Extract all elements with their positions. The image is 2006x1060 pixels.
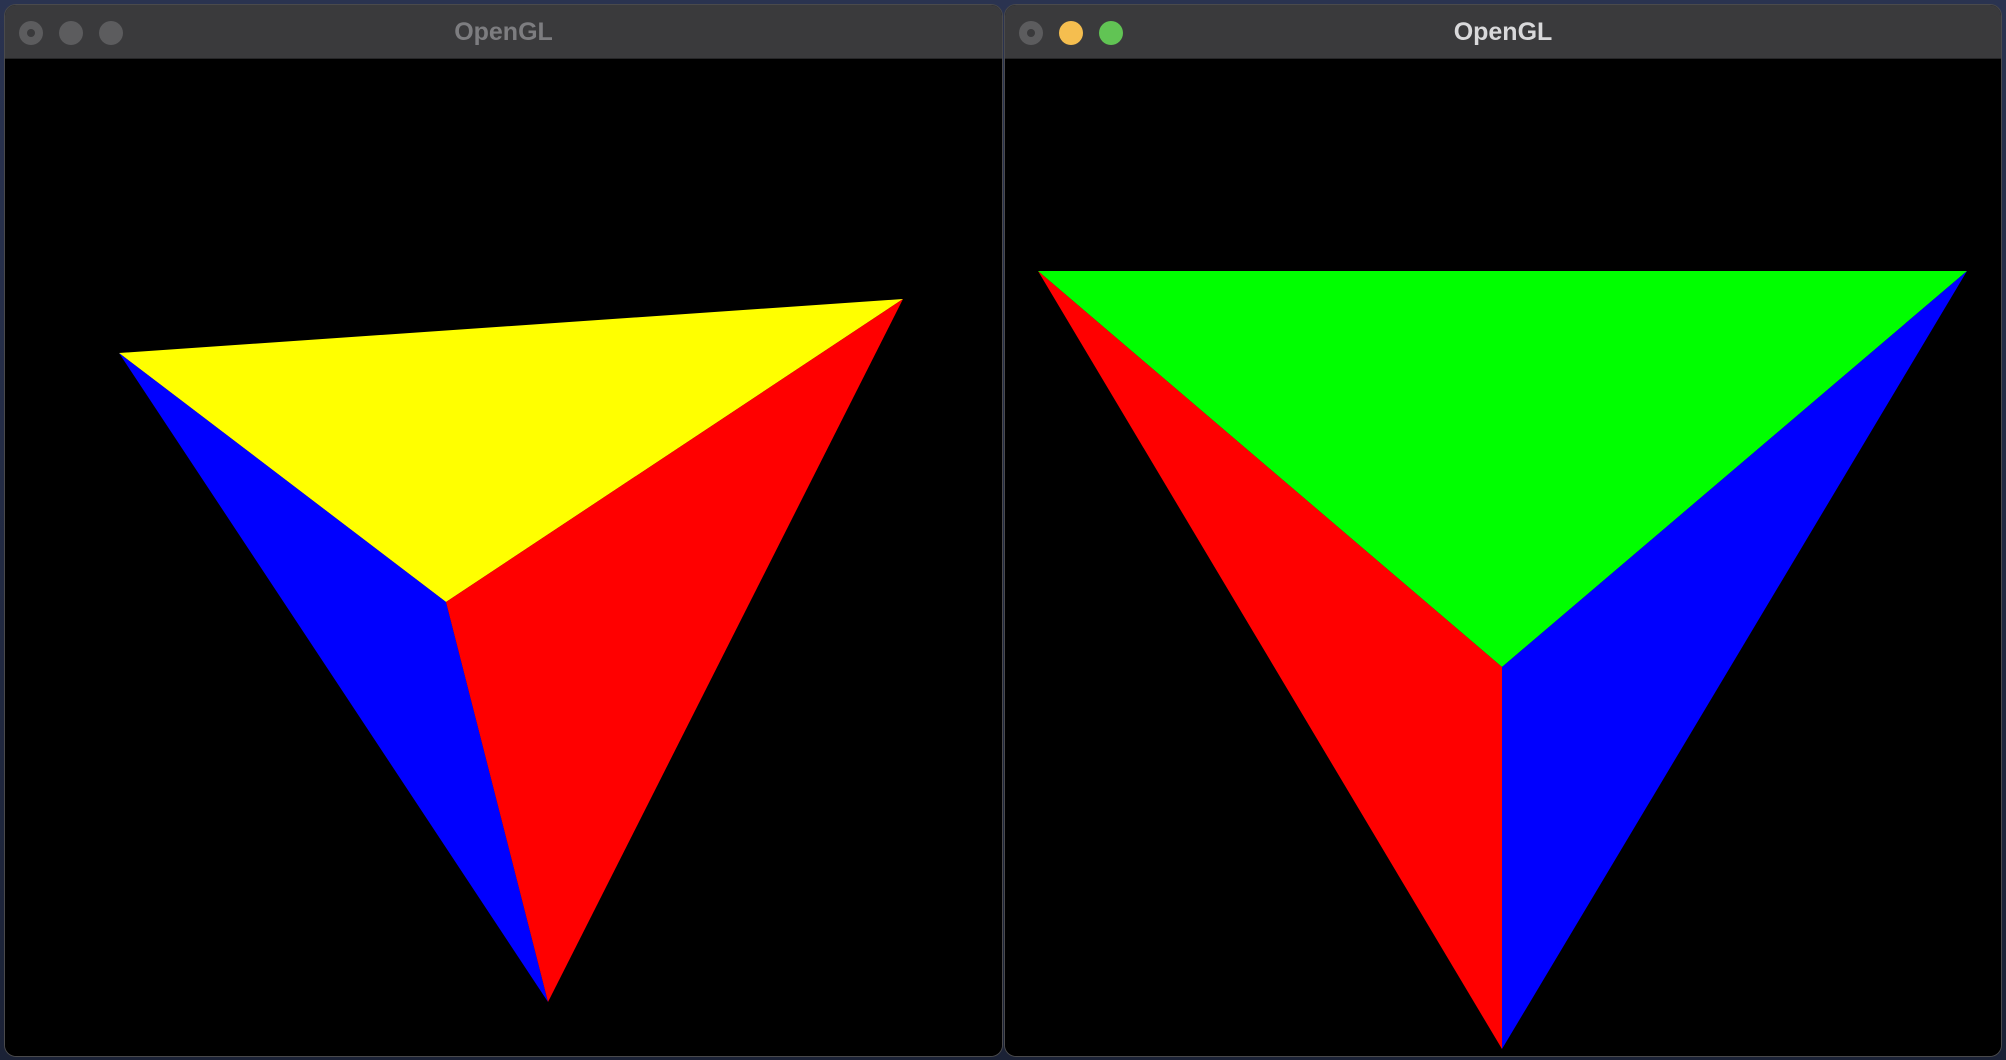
- opengl-viewport[interactable]: [5, 59, 1002, 1056]
- opengl-window-left[interactable]: OpenGL: [4, 4, 1003, 1057]
- desktop: OpenGL OpenGL: [0, 0, 2006, 1060]
- opengl-window-right[interactable]: OpenGL: [1004, 4, 2002, 1057]
- render-surface: [119, 299, 903, 1002]
- render-surface: [1038, 271, 1967, 1049]
- opengl-viewport[interactable]: [1005, 59, 2001, 1056]
- title-bar[interactable]: OpenGL: [5, 5, 1002, 59]
- window-title: OpenGL: [454, 18, 553, 46]
- window-title: OpenGL: [1453, 18, 1553, 46]
- title-bar[interactable]: OpenGL: [1005, 5, 2001, 59]
